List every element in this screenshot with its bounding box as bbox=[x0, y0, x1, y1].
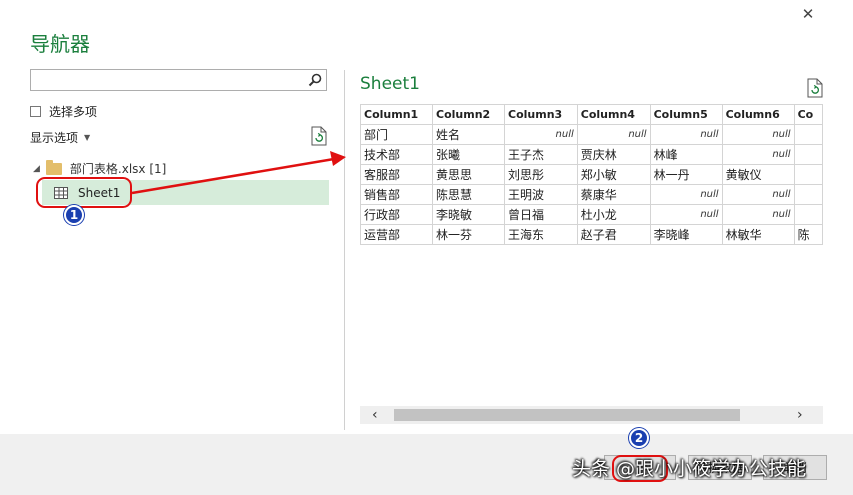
column-header[interactable]: Column6 bbox=[721, 104, 795, 125]
multi-select-checkbox[interactable] bbox=[30, 106, 41, 117]
table-cell: 李晓峰 bbox=[649, 224, 723, 245]
table-cell: 贾庆林 bbox=[576, 144, 651, 165]
table-cell bbox=[793, 204, 823, 225]
table-cell: null bbox=[721, 144, 795, 165]
table-cell: 黄思思 bbox=[432, 164, 505, 185]
step-badge-1: 1 bbox=[64, 205, 84, 225]
column-header[interactable]: Column3 bbox=[504, 104, 578, 125]
table-cell: 姓名 bbox=[432, 124, 505, 145]
collapse-triangle-icon[interactable]: ◢ bbox=[33, 164, 40, 174]
scroll-right-arrow-icon[interactable]: › bbox=[797, 406, 803, 424]
preview-table-container[interactable]: Column1 Column2 Column3 Column4 Column5 … bbox=[360, 104, 823, 406]
table-cell: null bbox=[721, 184, 795, 205]
table-cell: null bbox=[649, 184, 723, 205]
table-cell: 林敏华 bbox=[721, 224, 795, 245]
caret-down-icon: ▼ bbox=[84, 133, 91, 142]
refresh-preview-icon[interactable] bbox=[806, 78, 824, 98]
highlight-box-sheet bbox=[36, 177, 132, 208]
scrollbar-thumb[interactable] bbox=[394, 409, 740, 421]
search-box[interactable] bbox=[30, 69, 327, 91]
column-header[interactable]: Column2 bbox=[432, 104, 505, 125]
table-cell: 王海东 bbox=[504, 224, 578, 245]
multi-select-label: 选择多项 bbox=[49, 105, 98, 119]
table-row: 部门 姓名 null null null null bbox=[360, 124, 823, 145]
table-cell: 林一丹 bbox=[649, 164, 723, 185]
table-cell: 林一芬 bbox=[432, 224, 505, 245]
tree-file-label: 部门表格.xlsx [1] bbox=[69, 162, 167, 176]
table-row: 销售部 陈思慧 王明波 蔡康华 null null bbox=[360, 184, 823, 205]
table-cell: 黄敏仪 bbox=[721, 164, 795, 185]
table-cell: 郑小敏 bbox=[576, 164, 651, 185]
folder-icon bbox=[45, 159, 62, 175]
table-cell bbox=[793, 144, 823, 165]
close-icon: ✕ bbox=[801, 5, 815, 23]
dialog-title: 导航器 bbox=[30, 32, 90, 56]
table-cell: 蔡康华 bbox=[576, 184, 651, 205]
table-cell: null bbox=[721, 124, 795, 145]
column-header[interactable]: Co bbox=[793, 104, 823, 125]
watermark-text: 头条 @跟小小筱学办公技能 bbox=[572, 458, 807, 480]
table-cell: 李晓敏 bbox=[432, 204, 505, 225]
preview-table: Column1 Column2 Column3 Column4 Column5 … bbox=[360, 104, 823, 245]
table-cell bbox=[793, 164, 823, 185]
table-row: 技术部 张曦 王子杰 贾庆林 林峰 null bbox=[360, 144, 823, 165]
table-cell: null bbox=[721, 204, 795, 225]
table-cell bbox=[793, 124, 823, 145]
display-options-label: 显示选项 bbox=[30, 131, 79, 145]
table-cell: 王子杰 bbox=[504, 144, 578, 165]
table-cell: 曾日福 bbox=[504, 204, 578, 225]
close-button[interactable]: ✕ bbox=[793, 2, 823, 26]
table-cell: 客服部 bbox=[360, 164, 433, 185]
table-cell: 运营部 bbox=[360, 224, 433, 245]
table-cell: 陈思慧 bbox=[432, 184, 505, 205]
table-cell: 刘思彤 bbox=[504, 164, 578, 185]
table-header-row: Column1 Column2 Column3 Column4 Column5 … bbox=[360, 104, 823, 125]
panel-divider bbox=[344, 70, 345, 430]
column-header[interactable]: Column5 bbox=[649, 104, 723, 125]
table-row: 客服部 黄思思 刘思彤 郑小敏 林一丹 黄敏仪 bbox=[360, 164, 823, 185]
table-cell: 杜小龙 bbox=[576, 204, 651, 225]
column-header[interactable]: Column1 bbox=[360, 104, 433, 125]
table-cell: 销售部 bbox=[360, 184, 433, 205]
table-cell: null bbox=[576, 124, 651, 145]
table-cell bbox=[793, 184, 823, 205]
table-cell: 赵子君 bbox=[576, 224, 651, 245]
scroll-left-arrow-icon[interactable]: ‹ bbox=[372, 406, 378, 424]
table-cell: null bbox=[649, 124, 723, 145]
search-input[interactable] bbox=[35, 71, 309, 91]
multi-select-option[interactable]: 选择多项 bbox=[30, 103, 97, 120]
table-cell: 王明波 bbox=[504, 184, 578, 205]
table-row: 行政部 李晓敏 曾日福 杜小龙 null null bbox=[360, 204, 823, 225]
table-row: 运营部 林一芬 王海东 赵子君 李晓峰 林敏华 陈 bbox=[360, 224, 823, 245]
table-cell: 行政部 bbox=[360, 204, 433, 225]
table-cell: null bbox=[504, 124, 578, 145]
column-header[interactable]: Column4 bbox=[576, 104, 651, 125]
step-badge-2: 2 bbox=[629, 428, 649, 448]
table-cell: 林峰 bbox=[649, 144, 723, 165]
table-cell: 部门 bbox=[360, 124, 433, 145]
horizontal-scrollbar[interactable]: ‹ › bbox=[360, 406, 823, 424]
refresh-icon[interactable] bbox=[310, 126, 328, 146]
table-cell: null bbox=[649, 204, 723, 225]
table-cell: 张曦 bbox=[432, 144, 505, 165]
table-cell: 技术部 bbox=[360, 144, 433, 165]
search-icon[interactable] bbox=[307, 72, 323, 88]
preview-title: Sheet1 bbox=[360, 74, 420, 94]
tree-file-node[interactable]: ◢ 部门表格.xlsx [1] bbox=[33, 159, 167, 177]
display-options-dropdown[interactable]: 显示选项 ▼ bbox=[30, 129, 90, 146]
table-cell: 陈 bbox=[793, 224, 823, 245]
